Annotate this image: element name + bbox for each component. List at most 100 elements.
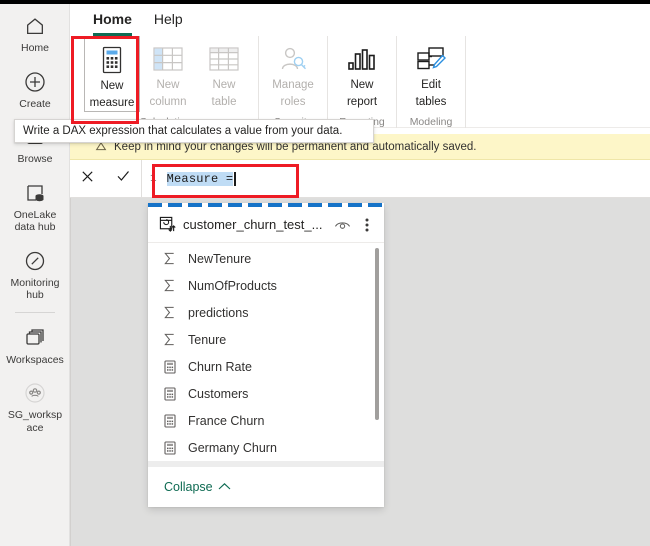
new-table-icon	[209, 42, 239, 76]
sidebar-item-onelake-data-hub-label: OneLake data hub	[13, 208, 57, 234]
new-table-label-line2: table	[211, 95, 237, 108]
tab-help-label: Help	[153, 11, 183, 27]
edit-tables-label-line1: Edit	[421, 79, 441, 91]
new-column-label-line1: New	[156, 79, 180, 91]
sigma-icon	[162, 279, 177, 292]
tab-home-label: Home	[93, 11, 132, 27]
new-table-button[interactable]: New table	[196, 36, 252, 128]
sigma-icon	[162, 333, 177, 346]
list-item[interactable]: predictions	[148, 299, 384, 326]
new-column-button[interactable]: New column	[140, 36, 196, 128]
ribbon-group-reporting: New report Reporting	[327, 36, 396, 128]
calculator-icon	[162, 386, 177, 401]
workspace-group-icon	[2, 380, 68, 406]
ribbon-tab-strip: Home Help	[70, 4, 650, 36]
new-measure-button[interactable]: New measure	[84, 36, 140, 112]
sidebar-item-create[interactable]: Create	[0, 60, 70, 116]
edit-tables-label-line2: tables	[415, 95, 447, 108]
left-navigation-rail: Home Create Browse OneLake data hub Moni…	[0, 4, 70, 546]
text-caret	[234, 171, 236, 186]
tab-help[interactable]: Help	[143, 7, 194, 33]
list-item-label: NumOfProducts	[188, 278, 277, 293]
sidebar-item-home[interactable]: Home	[0, 4, 70, 60]
checkmark-icon	[115, 168, 131, 189]
fields-list-scrollbar[interactable]	[375, 248, 379, 420]
monitoring-hub-icon	[2, 248, 68, 274]
list-item-label: Churn Rate	[188, 359, 252, 374]
table-sort-icon	[158, 216, 176, 234]
sidebar-item-create-label: Create	[19, 97, 51, 110]
chevron-up-icon	[218, 480, 231, 494]
list-item[interactable]: Customers	[148, 380, 384, 407]
dax-expression-text: Measure =	[166, 171, 234, 186]
manage-roles-label-line2: roles	[280, 95, 306, 108]
list-item[interactable]: NumOfProducts	[148, 272, 384, 299]
new-column-icon	[153, 42, 183, 76]
new-table-label-line1: New	[212, 79, 236, 91]
fields-flyout-panel: customer_churn_test_... NewTenure NumOfP…	[148, 203, 384, 507]
dax-editor[interactable]: 1 Measure =	[142, 160, 650, 197]
sidebar-item-sg-workspace[interactable]: SG_workspace	[0, 371, 70, 439]
onelake-data-hub-icon	[2, 180, 68, 206]
calculator-icon	[162, 413, 177, 428]
list-item-label: France Churn	[188, 413, 265, 428]
dax-formula-bar: 1 Measure =	[70, 160, 650, 198]
collapse-button[interactable]: Collapse	[148, 467, 384, 507]
list-item-label: Tenure	[188, 332, 227, 347]
workspaces-icon	[2, 325, 68, 351]
new-report-button[interactable]: New report	[334, 36, 390, 128]
list-item-label: Customers	[188, 386, 249, 401]
new-measure-icon	[101, 43, 123, 77]
new-measure-label-line2: measure	[89, 96, 135, 109]
new-measure-label-line1: New	[100, 80, 124, 92]
tab-home[interactable]: Home	[82, 7, 143, 36]
new-report-label-line1: New	[350, 79, 374, 91]
list-item-selected[interactable]: Measure	[148, 461, 384, 467]
formula-bar-actions	[70, 160, 142, 197]
new-measure-tooltip: Write a DAX expression that calculates a…	[14, 119, 374, 143]
list-item[interactable]: Tenure	[148, 326, 384, 353]
fields-flyout-header: customer_churn_test_...	[148, 207, 384, 243]
edit-tables-icon	[416, 42, 446, 76]
edit-tables-button[interactable]: Edit tables	[403, 36, 459, 128]
close-icon	[80, 169, 95, 189]
confirm-formula-button[interactable]	[110, 166, 136, 192]
ribbon-group-calculations: New measure New column New table	[78, 36, 258, 128]
line-number: 1	[150, 172, 157, 185]
sidebar-item-browse-label: Browse	[17, 153, 53, 165]
app-window: Home Create Browse OneLake data hub Moni…	[0, 0, 650, 546]
sidebar-item-monitoring-hub[interactable]: Monitoring hub	[0, 239, 70, 307]
fields-flyout-title: customer_churn_test_...	[183, 217, 323, 232]
sidebar-item-monitoring-hub-label: Monitoring hub	[10, 276, 60, 302]
tooltip-text: Write a DAX expression that calculates a…	[23, 125, 343, 137]
collapse-label: Collapse	[164, 480, 213, 494]
cancel-formula-button[interactable]	[75, 166, 101, 192]
new-report-label-line2: report	[346, 95, 378, 108]
manage-roles-icon	[278, 42, 308, 76]
sidebar-item-sg-workspace-label: SG_workspace	[7, 409, 63, 434]
list-item[interactable]: NewTenure	[148, 245, 384, 272]
list-item[interactable]: Germany Churn	[148, 434, 384, 461]
sidebar-item-home-label: Home	[20, 42, 49, 54]
sigma-icon	[162, 306, 177, 319]
ribbon-toolbar: New measure New column New table Manage …	[70, 36, 650, 128]
list-item-label: NewTenure	[188, 251, 252, 266]
more-options-icon[interactable]	[358, 216, 376, 234]
ribbon-group-modeling-label: Modeling	[409, 116, 453, 128]
list-item[interactable]: France Churn	[148, 407, 384, 434]
calculator-icon	[162, 359, 177, 374]
ribbon-group-security: Manage roles Security	[258, 36, 327, 128]
manage-roles-button[interactable]: Manage roles	[265, 36, 321, 128]
home-icon	[2, 13, 68, 39]
eye-hide-icon[interactable]	[333, 216, 351, 234]
list-item-label: predictions	[188, 305, 249, 320]
list-item-label: Germany Churn	[188, 440, 277, 455]
fields-list: NewTenure NumOfProducts predictions Tenu…	[148, 243, 384, 467]
list-item[interactable]: Churn Rate	[148, 353, 384, 380]
sidebar-item-onelake-data-hub[interactable]: OneLake data hub	[0, 171, 70, 239]
new-report-icon	[347, 42, 377, 76]
sigma-icon	[162, 252, 177, 265]
ribbon-group-overflow	[465, 36, 478, 128]
sidebar-item-workspaces[interactable]: Workspaces	[0, 316, 70, 372]
calculator-icon	[162, 440, 177, 455]
